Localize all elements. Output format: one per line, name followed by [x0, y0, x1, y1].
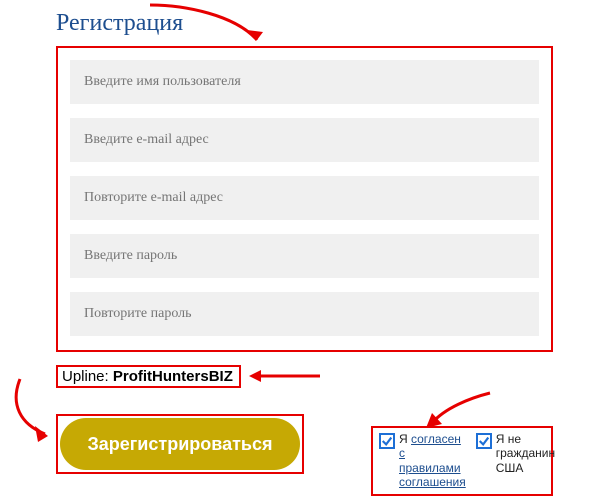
not-us-citizen-label: Я не гражданин США	[496, 432, 555, 475]
password-input[interactable]	[70, 234, 539, 278]
checkboxes-highlight: Я согласен с правилами соглашения Я не г…	[371, 426, 553, 496]
upline-highlight: Upline: ProfitHuntersBIZ	[56, 365, 241, 388]
submit-highlight: Зарегистрироваться	[56, 414, 304, 474]
email-input[interactable]	[70, 118, 539, 162]
arrow-to-submit-icon	[0, 374, 60, 444]
checkbox-checked-icon	[476, 433, 492, 449]
agree-terms-label: Я согласен с правилами соглашения	[399, 432, 466, 490]
not-us-citizen-item[interactable]: Я не гражданин США	[476, 432, 555, 490]
email-confirm-input[interactable]	[70, 176, 539, 220]
upline-label: Upline:	[62, 368, 113, 385]
arrow-to-checkboxes-icon	[420, 388, 500, 433]
arrow-to-upline-icon	[245, 364, 325, 388]
register-button[interactable]: Зарегистрироваться	[60, 418, 300, 470]
upline-value: ProfitHuntersBIZ	[113, 368, 233, 385]
arrow-to-form-icon	[145, 0, 275, 50]
agree-terms-item[interactable]: Я согласен с правилами соглашения	[379, 432, 466, 490]
checkbox-checked-icon	[379, 433, 395, 449]
registration-form-highlight	[56, 46, 553, 352]
password-confirm-input[interactable]	[70, 292, 539, 336]
username-input[interactable]	[70, 60, 539, 104]
